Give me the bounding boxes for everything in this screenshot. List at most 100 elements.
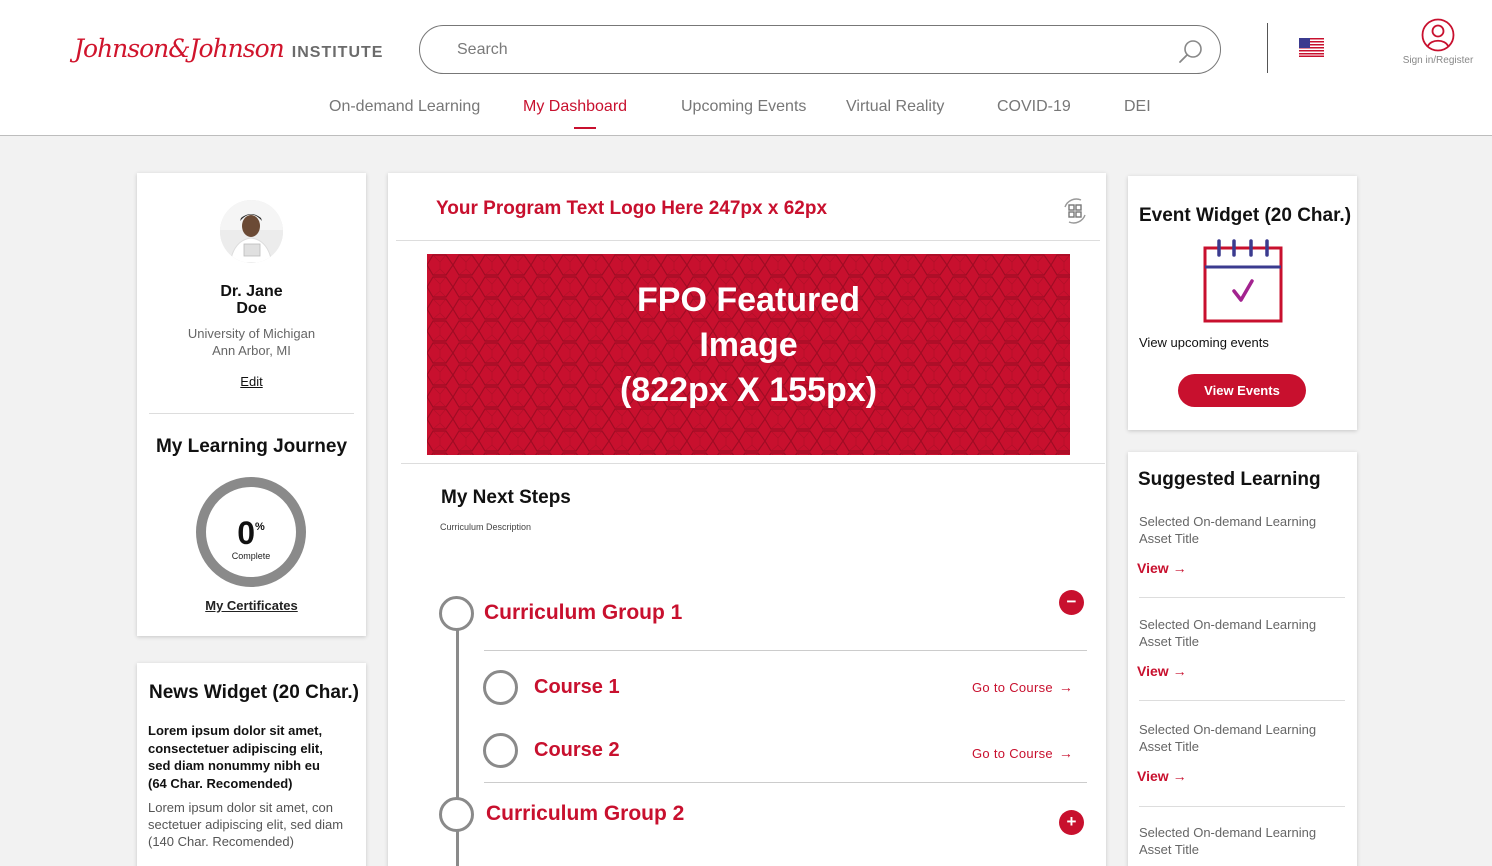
view-label: View (1137, 768, 1169, 784)
logo-institute-label: INSTITUTE (291, 44, 384, 61)
suggested-divider (1139, 700, 1345, 701)
progress-label: Complete (231, 551, 271, 561)
event-widget-text: View upcoming events (1139, 335, 1269, 350)
news-headline: Lorem ipsum dolor sit amet, consectetuer… (148, 722, 348, 792)
calendar-check-icon (1203, 239, 1283, 323)
curriculum-description: Curriculum Description (440, 522, 532, 532)
profile-divider (149, 413, 354, 414)
suggested-item-1-line1: Selected On-demand Learning (1139, 514, 1317, 529)
arrow-right-icon: → (1172, 663, 1187, 679)
profile-card: Dr. Jane Doe University of Michigan Ann … (137, 173, 366, 636)
suggested-item-4-title[interactable]: Selected On-demand Learning Asset Title (1139, 824, 1339, 858)
news-headline-line3: sed diam nonummy nibh eu (148, 758, 320, 773)
grid-view-icon[interactable] (1059, 195, 1091, 227)
view-label: View (1137, 663, 1169, 679)
event-widget-title: Event Widget (20 Char.) (1139, 205, 1352, 226)
suggested-item-1-line2: Asset Title (1139, 531, 1199, 546)
news-body: Lorem ipsum dolor sit amet, con sectetue… (148, 800, 344, 849)
certificates-wrap: My Certificates (137, 598, 366, 613)
go-to-course-1-link[interactable]: Go to Course → (972, 679, 1073, 695)
panel-divider-top (396, 240, 1100, 241)
progress-value: 0% (206, 515, 296, 552)
suggested-divider (1139, 806, 1345, 807)
suggested-item-3-title[interactable]: Selected On-demand Learning Asset Title (1139, 721, 1339, 755)
suggested-item-2-line2: Asset Title (1139, 634, 1199, 649)
sign-in-label: Sign in/Register (1402, 55, 1474, 66)
group-1-status-node (439, 596, 474, 631)
program-logo-text: Your Program Text Logo Here 247px x 62px (436, 198, 828, 219)
search-icon[interactable] (1178, 38, 1204, 64)
suggested-item-2-line1: Selected On-demand Learning (1139, 617, 1317, 632)
suggested-learning-title: Suggested Learning (1138, 469, 1321, 490)
news-widget-title: News Widget (20 Char.) (149, 682, 359, 703)
avatar (220, 200, 283, 263)
group-1-divider (484, 650, 1087, 651)
arrow-right-icon: → (1058, 745, 1074, 761)
nav-item-dei[interactable]: DEI (1124, 98, 1151, 116)
panel-divider-mid (401, 463, 1105, 464)
course-1-title[interactable]: Course 1 (534, 676, 620, 699)
view-label: View (1137, 560, 1169, 576)
suggested-item-1-title[interactable]: Selected On-demand Learning Asset Title (1139, 513, 1339, 547)
search-input[interactable] (457, 38, 1157, 62)
featured-caption-line2: Image (699, 326, 798, 364)
suggested-item-2-view-link[interactable]: View → (1137, 663, 1187, 679)
nav-item-covid-19[interactable]: COVID-19 (997, 98, 1071, 116)
collapse-group-1-button[interactable]: − (1059, 590, 1084, 615)
sign-in-register[interactable]: Sign in/Register (1398, 18, 1478, 66)
nav-item-virtual-reality[interactable]: Virtual Reality (846, 98, 944, 116)
nav-active-indicator (574, 127, 596, 129)
avatar-image (220, 200, 283, 263)
news-headline-line4: (64 Char. Recomended) (148, 775, 293, 791)
news-widget: News Widget (20 Char.) Lorem ipsum dolor… (137, 663, 366, 866)
news-headline-line1: Lorem ipsum dolor sit amet, (148, 723, 323, 738)
main-nav: On-demand Learning My Dashboard Upcoming… (0, 98, 1492, 136)
brand-logo[interactable]: Johnson&Johnson INSTITUTE (74, 34, 383, 63)
my-certificates-link[interactable]: My Certificates (205, 598, 297, 613)
suggested-item-3-line2: Asset Title (1139, 739, 1199, 754)
featured-image-caption: FPO Featured Image (822px X 155px) (427, 278, 1070, 413)
suggested-item-1-view-link[interactable]: View → (1137, 560, 1187, 576)
profile-edit-wrap: Edit (137, 374, 366, 389)
suggested-divider (1139, 597, 1345, 598)
course-list-divider (484, 782, 1087, 783)
profile-name-line2: Doe (236, 300, 267, 317)
suggested-item-3-line1: Selected On-demand Learning (1139, 722, 1317, 737)
next-steps-title: My Next Steps (441, 487, 571, 508)
nav-item-on-demand-learning[interactable]: On-demand Learning (329, 98, 480, 116)
curriculum-group-2-title[interactable]: Curriculum Group 2 (486, 802, 684, 826)
course-2-title[interactable]: Course 2 (534, 739, 620, 762)
go-to-course-1-label: Go to Course (972, 680, 1053, 695)
arrow-right-icon: → (1172, 768, 1187, 784)
user-account-icon (1421, 18, 1455, 52)
site-header: Johnson&Johnson INSTITUTE Sign in/Regist… (0, 0, 1492, 136)
program-panel: Your Program Text Logo Here 247px x 62px… (388, 173, 1106, 866)
nav-item-my-dashboard[interactable]: My Dashboard (523, 98, 627, 116)
expand-group-2-button[interactable]: + (1059, 810, 1084, 835)
go-to-course-2-link[interactable]: Go to Course → (972, 745, 1073, 761)
us-flag-icon[interactable] (1299, 38, 1324, 57)
suggested-item-2-title[interactable]: Selected On-demand Learning Asset Title (1139, 616, 1339, 650)
featured-image: FPO Featured Image (822px X 155px) (427, 254, 1070, 455)
suggested-item-4-line2: Asset Title (1139, 842, 1199, 857)
profile-location: Ann Arbor, MI (212, 343, 291, 358)
course-2-status-node (483, 733, 518, 768)
suggested-learning-widget: Suggested Learning Selected On-demand Le… (1128, 452, 1357, 866)
search-bar (419, 25, 1221, 74)
news-headline-line2: consectetuer adipiscing elit, (148, 740, 323, 756)
nav-item-upcoming-events[interactable]: Upcoming Events (681, 98, 806, 116)
profile-edit-link[interactable]: Edit (240, 374, 262, 389)
event-widget: Event Widget (20 Char.) View upcoming ev… (1128, 176, 1357, 430)
profile-affiliation: University of Michigan Ann Arbor, MI (137, 325, 366, 359)
profile-university: University of Michigan (187, 326, 316, 341)
go-to-course-2-label: Go to Course (972, 746, 1053, 761)
featured-caption-line1: FPO Featured (637, 281, 860, 319)
profile-name-line1: Dr. Jane (220, 283, 283, 300)
suggested-item-3-view-link[interactable]: View → (1137, 768, 1187, 784)
view-events-button[interactable]: View Events (1178, 374, 1306, 407)
group-2-status-node (439, 797, 474, 832)
suggested-item-4-line1: Selected On-demand Learning (1139, 825, 1317, 840)
curriculum-group-1-title[interactable]: Curriculum Group 1 (484, 601, 682, 625)
arrow-right-icon: → (1058, 679, 1074, 695)
learning-journey-title: My Learning Journey (155, 436, 348, 457)
